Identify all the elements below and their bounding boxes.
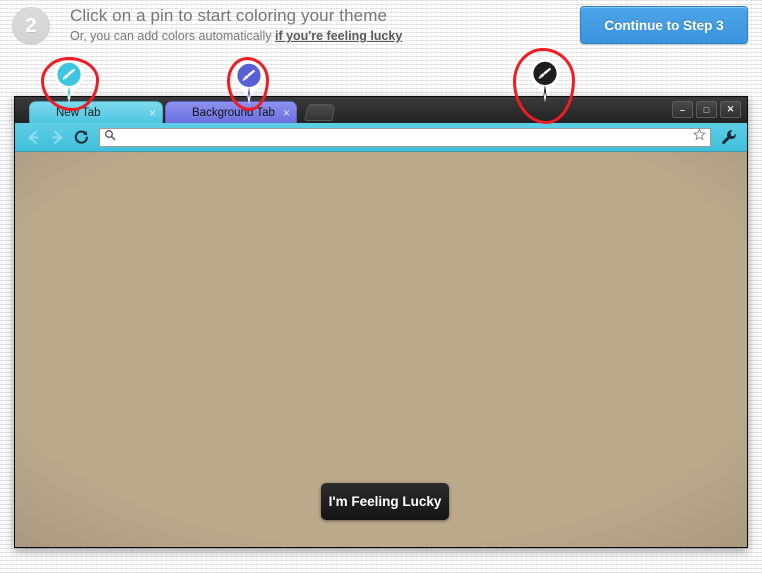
continue-button-label: Continue to Step 3 bbox=[604, 17, 724, 33]
tab-close-icon[interactable]: × bbox=[149, 107, 156, 119]
browser-toolbar bbox=[15, 123, 747, 152]
browser-tab-new-tab[interactable]: New Tab × bbox=[29, 101, 163, 123]
continue-to-step-3-button[interactable]: Continue to Step 3 bbox=[580, 6, 748, 44]
url-input[interactable] bbox=[116, 131, 693, 143]
pin-frame[interactable] bbox=[528, 58, 562, 104]
im-feeling-lucky-button[interactable]: I'm Feeling Lucky bbox=[321, 483, 449, 520]
lucky-button-label: I'm Feeling Lucky bbox=[328, 494, 442, 509]
maximize-icon: □ bbox=[703, 104, 710, 115]
close-icon: ✕ bbox=[726, 104, 735, 114]
forward-arrow-icon[interactable] bbox=[45, 125, 69, 149]
page-subtitle: Or, you can add colors automatically if … bbox=[70, 29, 402, 43]
window-controls: – □ ✕ bbox=[672, 101, 741, 118]
url-bar[interactable] bbox=[99, 127, 711, 147]
tab-label: New Tab bbox=[56, 106, 101, 119]
browser-titlebar: New Tab × Background Tab × – □ ✕ bbox=[15, 97, 747, 123]
step-number-badge: 2 bbox=[12, 7, 50, 45]
page-title: Click on a pin to start coloring your th… bbox=[70, 6, 388, 25]
new-tab-button[interactable] bbox=[304, 104, 336, 121]
browser-page-viewport: I'm Feeling Lucky bbox=[15, 152, 747, 547]
wrench-icon[interactable] bbox=[717, 125, 741, 149]
pin-background-tab[interactable] bbox=[232, 60, 266, 106]
feeling-lucky-link[interactable]: if you're feeling lucky bbox=[275, 29, 402, 43]
back-arrow-icon[interactable] bbox=[21, 125, 45, 149]
pin-new-tab[interactable] bbox=[52, 59, 86, 105]
instruction-bar: 2 Click on a pin to start coloring your … bbox=[0, 0, 762, 55]
maximize-button[interactable]: □ bbox=[696, 101, 717, 118]
close-window-button[interactable]: ✕ bbox=[720, 101, 741, 118]
search-icon bbox=[104, 128, 116, 146]
browser-preview-window: New Tab × Background Tab × – □ ✕ I'm Fee… bbox=[14, 96, 748, 548]
step-number-text: 2 bbox=[25, 14, 37, 37]
browser-tab-background-tab[interactable]: Background Tab × bbox=[165, 101, 297, 123]
star-icon[interactable] bbox=[693, 128, 706, 146]
minimize-icon: – bbox=[679, 104, 685, 115]
minimize-button[interactable]: – bbox=[672, 101, 693, 118]
subtitle-text: Or, you can add colors automatically bbox=[70, 29, 275, 43]
tab-label: Background Tab bbox=[192, 106, 275, 119]
tab-close-icon[interactable]: × bbox=[283, 107, 290, 119]
reload-icon[interactable] bbox=[69, 125, 93, 149]
